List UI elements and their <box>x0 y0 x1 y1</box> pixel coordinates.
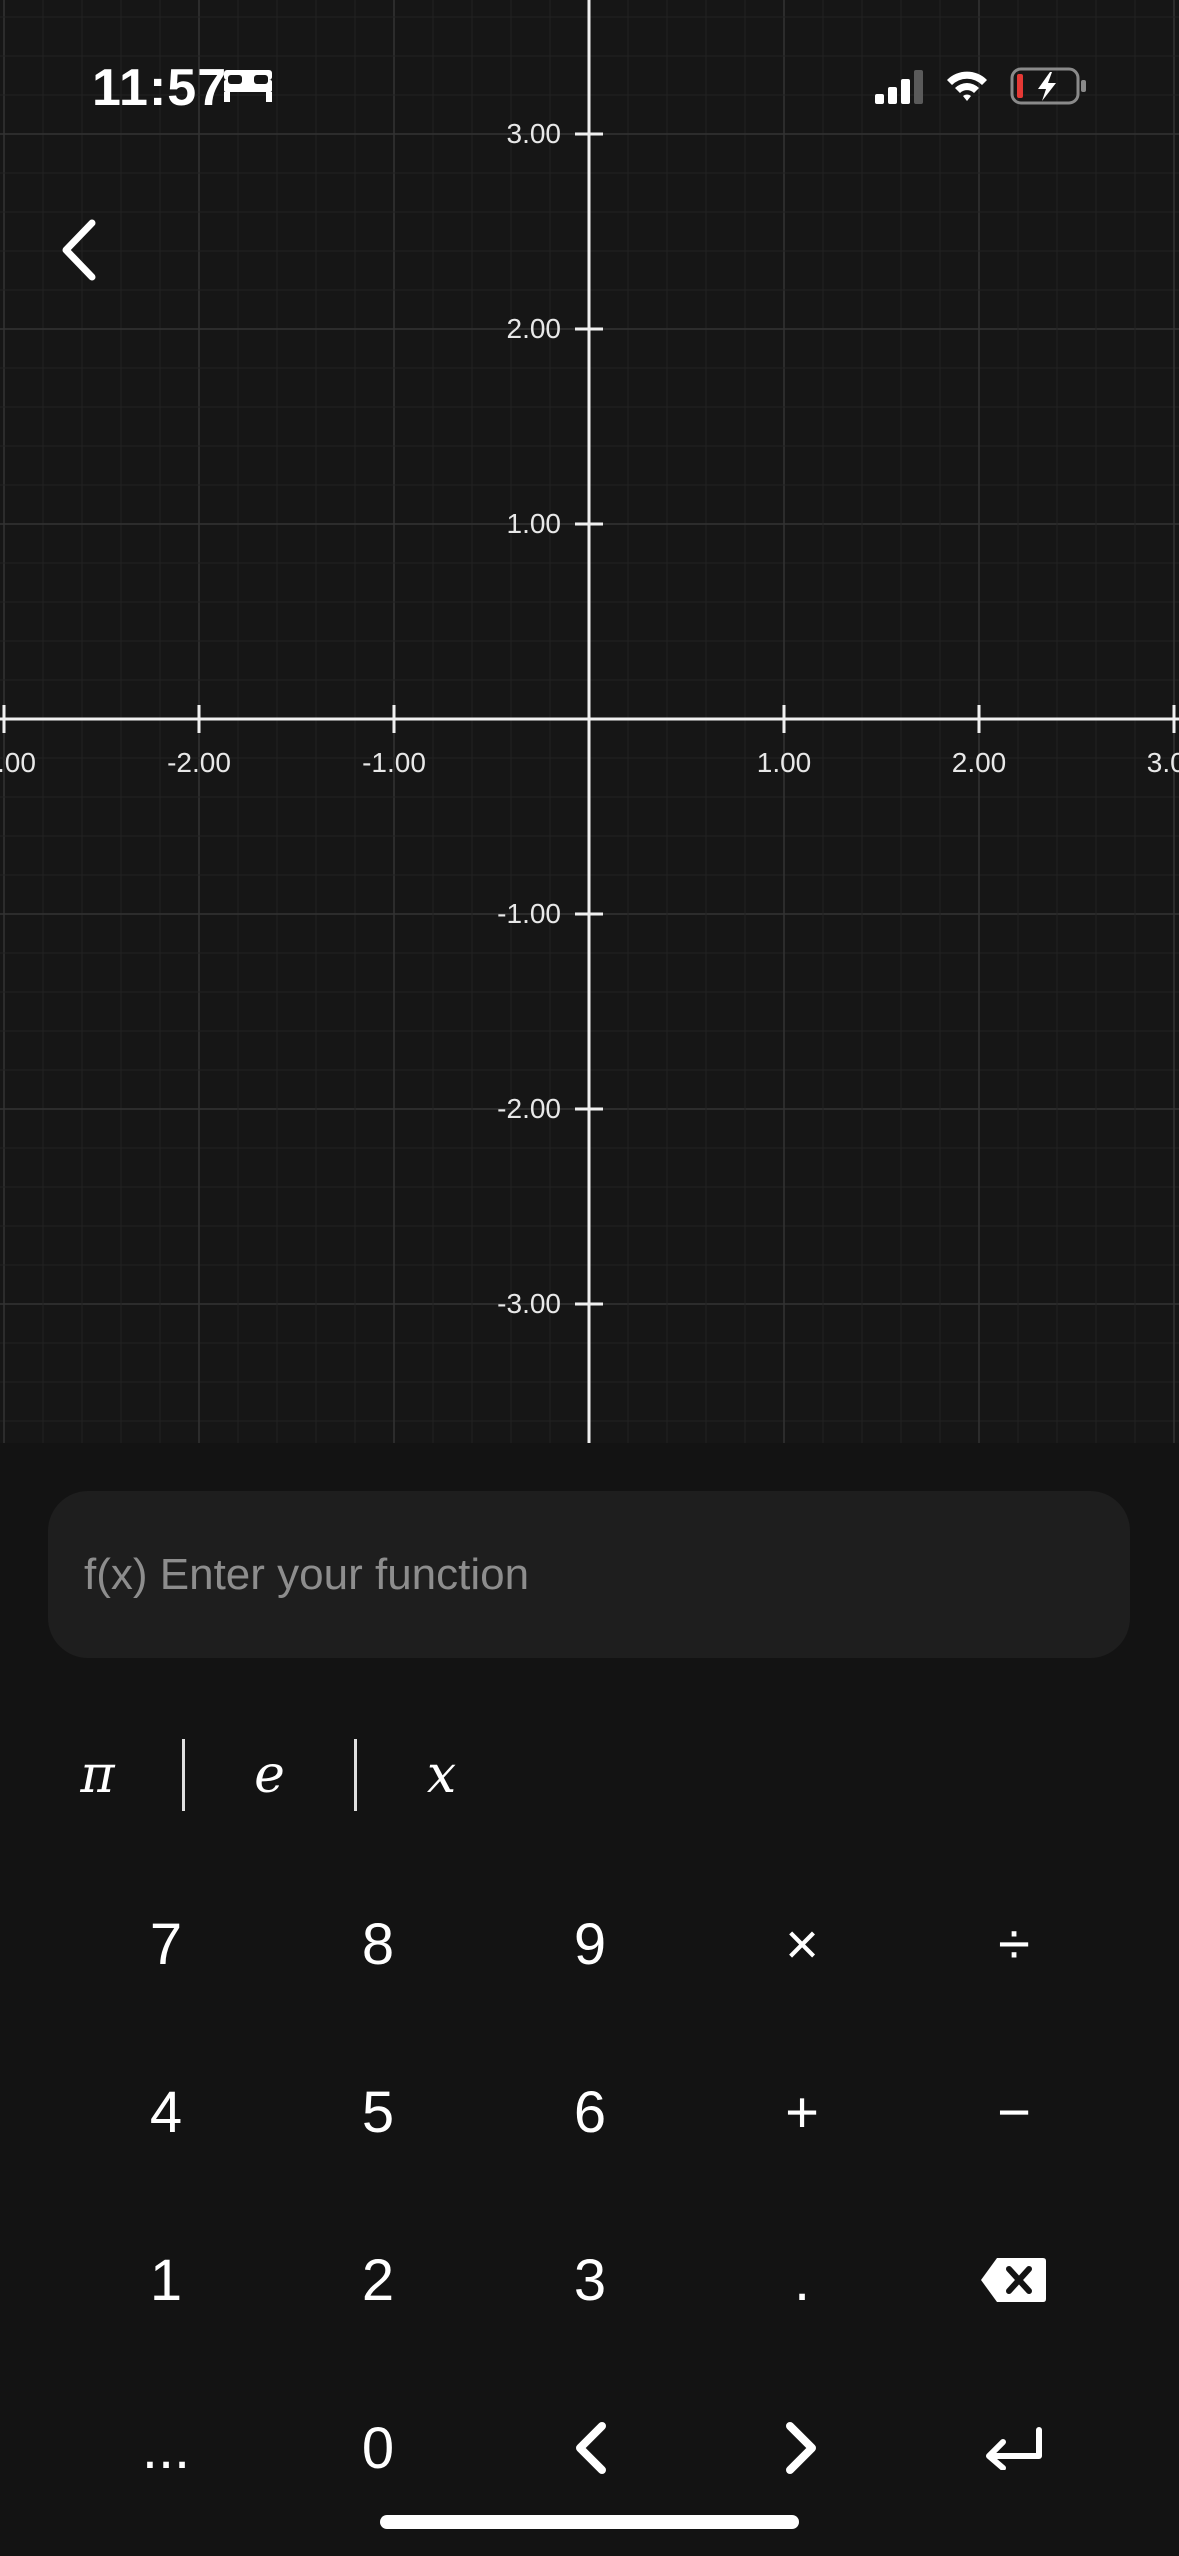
chevron-left-icon <box>62 219 96 281</box>
pi-key[interactable]: π <box>40 1735 155 1815</box>
keypad-row: ... 0 <box>60 2364 1120 2532</box>
key-5[interactable]: 5 <box>272 2028 484 2196</box>
wifi-icon <box>944 66 990 106</box>
backspace-icon <box>981 2258 1046 2302</box>
enter-button[interactable] <box>908 2364 1120 2532</box>
function-input[interactable] <box>48 1491 1130 1658</box>
status-time: 11:57 <box>92 59 228 117</box>
key-8[interactable]: 8 <box>272 1860 484 2028</box>
key-divide[interactable]: ÷ <box>908 1860 1120 2028</box>
x-key[interactable]: x <box>384 1735 499 1815</box>
bed-icon <box>222 66 274 106</box>
keypad-row: 1 2 3 . <box>60 2196 1120 2364</box>
y-tick-label: 2.00 <box>507 313 562 344</box>
status-bar: 11:57 <box>0 0 1179 170</box>
key-multiply[interactable]: × <box>696 1860 908 2028</box>
key-9[interactable]: 9 <box>484 1860 696 2028</box>
y-tick-label: -1.00 <box>497 898 561 929</box>
separator <box>182 1739 185 1811</box>
return-icon <box>986 2427 1042 2470</box>
home-indicator <box>380 2515 799 2529</box>
key-decimal[interactable]: . <box>696 2196 908 2364</box>
key-plus[interactable]: + <box>696 2028 908 2196</box>
constants-row: π e x <box>40 1735 499 1815</box>
key-0[interactable]: 0 <box>272 2364 484 2532</box>
key-2[interactable]: 2 <box>272 2196 484 2364</box>
key-6[interactable]: 6 <box>484 2028 696 2196</box>
chevron-left-icon <box>576 2422 606 2474</box>
cursor-left-button[interactable] <box>484 2364 696 2532</box>
y-tick-label: -2.00 <box>497 1093 561 1124</box>
cursor-right-button[interactable] <box>696 2364 908 2532</box>
key-1[interactable]: 1 <box>60 2196 272 2364</box>
function-input-container[interactable] <box>48 1491 1130 1658</box>
x-tick-label: -3.00 <box>0 747 36 778</box>
x-tick-label: 2.00 <box>952 747 1007 778</box>
backspace-button[interactable] <box>908 2196 1120 2364</box>
x-tick-label: -2.00 <box>167 747 231 778</box>
x-tick-label: 1.00 <box>757 747 812 778</box>
separator <box>354 1739 357 1811</box>
back-button[interactable] <box>48 210 108 290</box>
key-3[interactable]: 3 <box>484 2196 696 2364</box>
keypad: 7 8 9 × ÷ 4 5 6 + − 1 2 3 . ... 0 <box>60 1860 1120 2532</box>
signal-icon <box>873 68 927 106</box>
graph-area[interactable]: -3.00-2.00-1.001.002.003.003.002.001.00-… <box>0 0 1179 1443</box>
keypad-row: 4 5 6 + − <box>60 2028 1120 2196</box>
keypad-row: 7 8 9 × ÷ <box>60 1860 1120 2028</box>
battery-charging-icon <box>1010 66 1090 106</box>
key-4[interactable]: 4 <box>60 2028 272 2196</box>
key-7[interactable]: 7 <box>60 1860 272 2028</box>
e-key[interactable]: e <box>212 1735 327 1815</box>
y-tick-label: 1.00 <box>507 508 562 539</box>
key-more[interactable]: ... <box>60 2364 272 2532</box>
chevron-right-icon <box>786 2422 816 2474</box>
x-tick-label: 3.00 <box>1147 747 1179 778</box>
y-tick-label: -3.00 <box>497 1288 561 1319</box>
x-tick-label: -1.00 <box>362 747 426 778</box>
graph-canvas[interactable]: -3.00-2.00-1.001.002.003.003.002.001.00-… <box>0 0 1179 1443</box>
key-minus[interactable]: − <box>908 2028 1120 2196</box>
